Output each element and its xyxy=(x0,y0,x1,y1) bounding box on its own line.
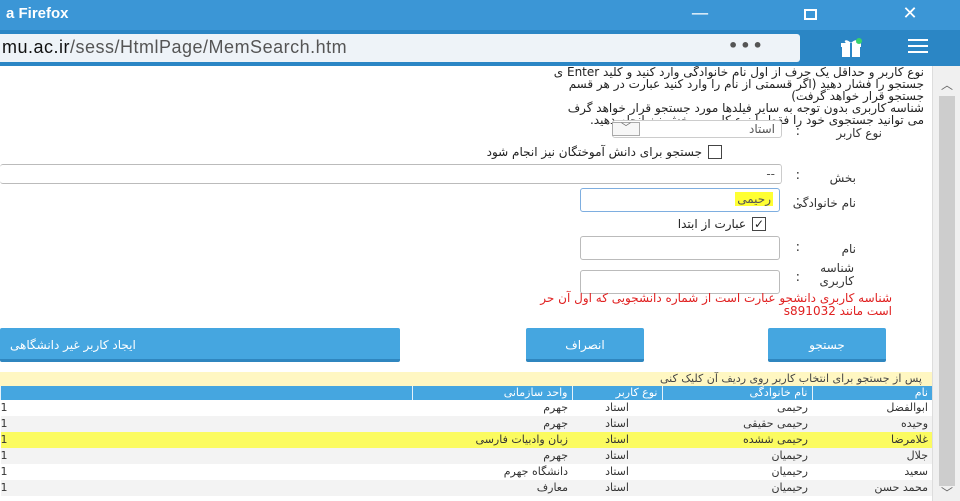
cell-unit: دانشگاه جهرم xyxy=(503,465,568,478)
page-content: نوع کاربر و حداقل یک حرف از اول نام خانو… xyxy=(0,66,932,501)
cell-first: محمد حسن xyxy=(812,480,932,496)
cell-type: استاد xyxy=(605,465,629,478)
table-row[interactable]: محمد حسن رحیمیان استاد معارف 1 xyxy=(0,480,932,496)
cell-last: رحیمی xyxy=(777,401,808,414)
hint-line: است مانند s891032 xyxy=(783,304,892,318)
table-row[interactable]: جلال رحیمیان استاد جهرم 1 xyxy=(0,448,932,464)
column-header-type[interactable]: نوع کاربر xyxy=(571,386,662,400)
scrollbar-thumb[interactable] xyxy=(939,96,955,486)
cell-edge: 1 xyxy=(0,465,8,478)
hamburger-menu-icon[interactable] xyxy=(908,39,928,55)
table-row[interactable]: ابوالفضل رحیمی استاد جهرم 1 xyxy=(1,400,933,416)
cell-edge: 1 xyxy=(0,432,412,448)
column-header-last[interactable]: نام خانوادگی xyxy=(661,386,812,400)
vertical-scrollbar[interactable]: ︿ ﹀ xyxy=(932,66,960,501)
scroll-up-icon[interactable]: ︿ xyxy=(941,76,953,93)
chevron-down-icon[interactable]: ﹀ xyxy=(612,122,640,136)
colon: : xyxy=(795,194,800,209)
colon: : xyxy=(795,240,800,255)
cell-first: وحیده xyxy=(812,416,932,432)
from-start-checkbox[interactable]: ✓ xyxy=(752,217,766,231)
url-text: mu.ac.ir/sess/HtmlPage/MemSearch.htm xyxy=(2,37,347,58)
help-line: جستجو را فشار دهید (اگر قسمتی از نام را … xyxy=(568,77,924,91)
help-line: می توانید جستجوی خود را فقط با نوع کاربر… xyxy=(589,113,924,127)
table-row[interactable]: وحیده رحیمی حقیقی استاد جهرم 1 xyxy=(0,416,932,432)
from-start-label: عبارت از ابتدا xyxy=(677,217,746,231)
create-external-user-button[interactable]: ایجاد کاربر غیر دانشگاهی xyxy=(0,328,400,362)
table-row-highlighted[interactable]: غلامرضا رحیمی ششده استاد زبان وادبیات فا… xyxy=(0,432,932,448)
firstname-input[interactable] xyxy=(580,236,780,260)
gift-icon[interactable] xyxy=(840,38,862,58)
address-bar[interactable]: mu.ac.ir/sess/HtmlPage/MemSearch.htm ••• xyxy=(0,34,800,62)
table-header: نام نام خانوادگی نوع کاربر واحد سازمانی xyxy=(0,386,932,400)
column-header-first[interactable]: نام xyxy=(811,386,932,400)
colon: : xyxy=(795,124,800,139)
create-external-user-label: ایجاد کاربر غیر دانشگاهی xyxy=(10,338,136,352)
maximize-button[interactable] xyxy=(780,0,840,30)
cell-edge: 1 xyxy=(0,401,8,414)
cell-unit: معارف xyxy=(412,480,572,496)
navigation-toolbar: mu.ac.ir/sess/HtmlPage/MemSearch.htm ••• xyxy=(0,30,960,66)
cell-first: جلال xyxy=(812,448,932,464)
include-graduates-checkbox[interactable] xyxy=(708,145,722,159)
cell-last: رحیمیان xyxy=(662,448,812,464)
minimize-button[interactable]: — xyxy=(670,0,730,30)
window-titlebar: a Firefox — ✕ xyxy=(0,0,960,30)
cell-unit: جهرم xyxy=(543,401,568,414)
results-table: نام نام خانوادگی نوع کاربر واحد سازمانی … xyxy=(0,386,932,496)
cell-unit: زبان وادبیات فارسی xyxy=(412,432,572,448)
page-actions-button[interactable]: ••• xyxy=(728,36,765,55)
cancel-button[interactable]: انصراف xyxy=(526,328,644,362)
include-graduates-label: جستجو برای دانش آموختگان نیز انجام شود xyxy=(486,145,702,159)
url-domain: mu.ac.ir xyxy=(2,37,71,57)
cell-edge: 1 xyxy=(0,448,412,464)
window-title: a Firefox xyxy=(6,5,69,22)
userid-hint: شناسه کاربری دانشجو عبارت است از شماره د… xyxy=(0,292,892,318)
cell-last: رحیمیان xyxy=(662,480,812,496)
cell-type: استاد xyxy=(572,448,662,464)
cell-first: غلامرضا xyxy=(812,432,932,448)
close-button[interactable]: ✕ xyxy=(880,0,940,30)
cell-last: رحیمیان xyxy=(771,465,808,478)
cell-first: ابوالفضل xyxy=(886,401,928,414)
results-note: پس از جستجو برای انتخاب کاربر روی ردیف آ… xyxy=(0,372,932,386)
cell-type: استاد xyxy=(572,416,662,432)
department-select[interactable]: -- xyxy=(0,164,782,184)
column-header-extra xyxy=(0,386,412,400)
lastname-input[interactable]: رحیمی xyxy=(580,188,780,212)
url-path: /sess/HtmlPage/MemSearch.htm xyxy=(70,37,348,57)
cell-type: استاد xyxy=(605,401,629,414)
cell-first: سعید xyxy=(904,465,928,478)
colon: : xyxy=(795,168,800,183)
cell-last: رحیمی ششده xyxy=(662,432,812,448)
scroll-down-icon[interactable]: ﹀ xyxy=(941,484,953,501)
lastname-value: رحیمی xyxy=(735,192,773,206)
cell-edge: 1 xyxy=(0,416,412,432)
cell-type: استاد xyxy=(572,432,662,448)
user-type-label: نوع کاربر xyxy=(836,126,882,140)
user-type-value: استاد xyxy=(748,122,775,136)
cell-type: استاد xyxy=(572,480,662,496)
help-text: نوع کاربر و حداقل یک حرف از اول نام خانو… xyxy=(0,66,924,126)
colon: : xyxy=(795,270,800,285)
column-header-unit[interactable]: واحد سازمانی xyxy=(411,386,572,400)
maximize-icon xyxy=(803,8,817,20)
table-row[interactable]: سعید رحیمیان استاد دانشگاه جهرم 1 xyxy=(1,464,933,480)
cell-unit: جهرم xyxy=(412,416,572,432)
hint-line: شناسه کاربری دانشجو عبارت است از شماره د… xyxy=(540,291,892,305)
userid-label: شناسه کاربری xyxy=(819,261,854,288)
cell-unit: جهرم xyxy=(412,448,572,464)
search-button[interactable]: جستجو xyxy=(768,328,886,362)
cell-last: رحیمی حقیقی xyxy=(662,416,812,432)
department-label: بخش xyxy=(829,171,856,185)
lastname-label: نام خانوادگی xyxy=(792,196,856,210)
cell-edge: 1 xyxy=(0,480,412,496)
department-value: -- xyxy=(766,167,775,181)
firstname-label: نام xyxy=(841,242,856,256)
